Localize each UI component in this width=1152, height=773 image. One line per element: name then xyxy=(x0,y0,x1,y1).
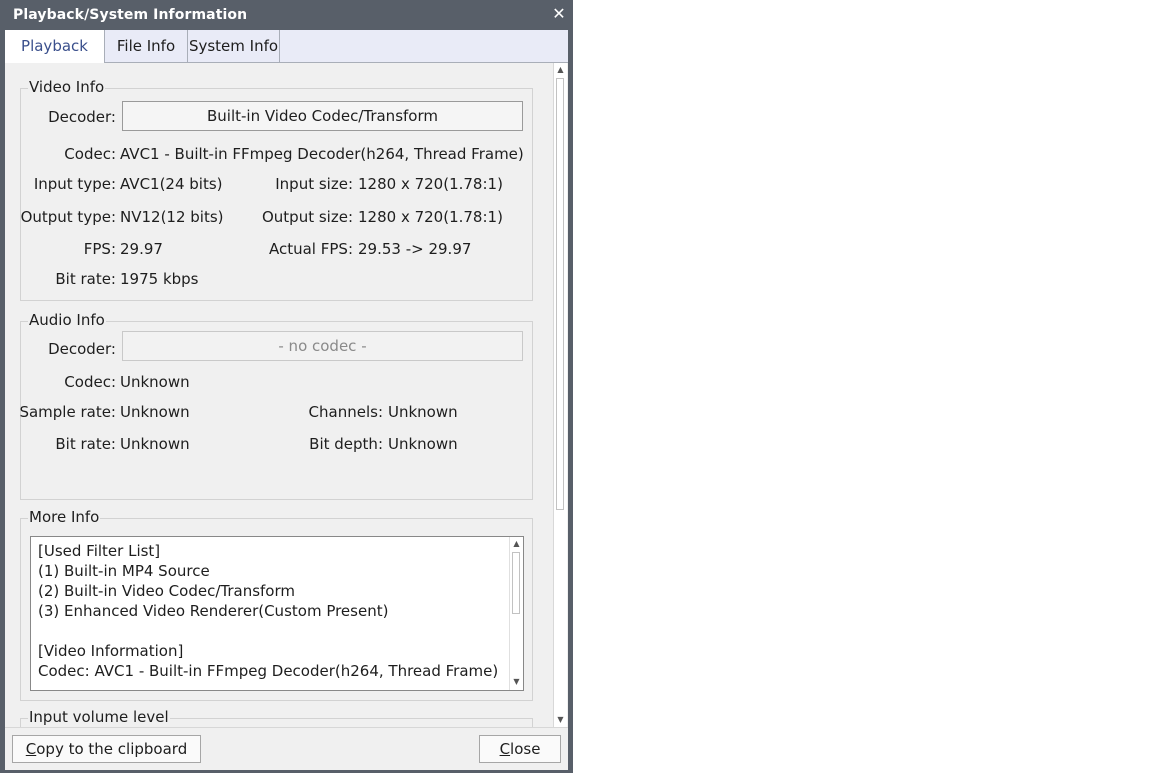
bit-depth-value: Unknown xyxy=(388,435,458,453)
actual-fps-value: 29.53 -> 29.97 xyxy=(358,240,472,258)
input-type-value: AVC1(24 bits) xyxy=(120,175,223,193)
audio-bitrate-label: Bit rate: xyxy=(55,435,116,453)
sample-rate-value: Unknown xyxy=(120,403,190,421)
panel-scroll-thumb[interactable] xyxy=(556,78,564,510)
more-info-scrollbar[interactable]: ▲ ▼ xyxy=(509,537,523,690)
audio-decoder-label: Decoder: xyxy=(48,340,116,358)
audio-codec-value: Unknown xyxy=(120,373,190,391)
audio-codec-label: Codec: xyxy=(64,373,116,391)
video-codec-value: AVC1 - Built-in FFmpeg Decoder(h264, Thr… xyxy=(120,145,524,163)
sample-rate-label: Sample rate: xyxy=(19,403,116,421)
tab-file-info[interactable]: File Info xyxy=(105,30,188,63)
output-size-value: 1280 x 720(1.78:1) xyxy=(358,208,503,226)
audio-decoder-button: - no codec - xyxy=(122,331,523,361)
video-codec-label: Codec: xyxy=(64,145,116,163)
more-info-line: Codec: AVC1 - Built-in FFmpeg Decoder(h2… xyxy=(38,662,499,680)
scroll-down-icon[interactable]: ▼ xyxy=(510,675,523,689)
playback-info-panel: Video Info Decoder: Built-in Video Codec… xyxy=(5,63,568,727)
video-decoder-label: Decoder: xyxy=(48,108,116,126)
more-info-line: [Video Information] xyxy=(38,642,184,660)
close-button-mnemonic: C xyxy=(499,740,511,758)
input-type-label: Input type: xyxy=(33,175,116,193)
scroll-up-icon[interactable]: ▲ xyxy=(554,63,567,77)
scroll-up-icon[interactable]: ▲ xyxy=(510,537,523,551)
fps-label: FPS: xyxy=(83,240,116,258)
channels-label: Channels: xyxy=(308,403,383,421)
channels-value: Unknown xyxy=(388,403,458,421)
close-button-label: lose xyxy=(510,740,541,758)
more-info-title: More Info xyxy=(28,508,101,526)
tab-bar: Playback Info File Info System Info xyxy=(5,30,568,87)
more-info-scroll-thumb[interactable] xyxy=(512,552,520,614)
copy-to-clipboard-button[interactable]: Copy to the clipboard xyxy=(12,735,201,763)
video-info-title: Video Info xyxy=(28,78,106,96)
more-info-line: (1) Built-in MP4 Source xyxy=(38,562,210,580)
bit-depth-label: Bit depth: xyxy=(309,435,383,453)
output-type-label: Output type: xyxy=(20,208,116,226)
title-bar[interactable]: Playback/System Information ✕ xyxy=(0,0,573,30)
copy-button-mnemonic: C xyxy=(25,740,37,758)
tab-playback-info[interactable]: Playback Info xyxy=(5,30,105,87)
tab-system-info[interactable]: System Info xyxy=(188,30,280,63)
close-icon[interactable]: ✕ xyxy=(551,5,567,23)
copy-button-label: opy to the clipboard xyxy=(36,740,188,758)
panel-scrollbar[interactable]: ▲ ▼ xyxy=(553,63,567,727)
more-info-line: (3) Enhanced Video Renderer(Custom Prese… xyxy=(38,602,389,620)
dialog-footer: Copy to the clipboard Close xyxy=(5,727,568,770)
volume-level-title: Input volume level xyxy=(28,708,170,726)
video-bitrate-value: 1975 kbps xyxy=(120,270,199,288)
info-dialog: Playback/System Information ✕ Playback I… xyxy=(0,0,573,773)
more-info-textarea[interactable]: [Used Filter List] (1) Built-in MP4 Sour… xyxy=(30,536,524,691)
video-decoder-button[interactable]: Built-in Video Codec/Transform xyxy=(122,101,523,131)
more-info-line: (2) Built-in Video Codec/Transform xyxy=(38,582,295,600)
scroll-down-icon[interactable]: ▼ xyxy=(554,713,567,727)
window-title: Playback/System Information xyxy=(13,7,248,23)
output-size-label: Output size: xyxy=(261,208,353,226)
input-size-value: 1280 x 720(1.78:1) xyxy=(358,175,503,193)
output-type-value: NV12(12 bits) xyxy=(120,208,224,226)
dialog-client: Playback Info File Info System Info Vide… xyxy=(5,30,568,770)
actual-fps-label: Actual FPS: xyxy=(268,240,353,258)
close-button[interactable]: Close xyxy=(479,735,561,763)
more-info-line: [Used Filter List] xyxy=(38,542,161,560)
fps-value: 29.97 xyxy=(120,240,163,258)
audio-bitrate-value: Unknown xyxy=(120,435,190,453)
audio-info-title: Audio Info xyxy=(28,311,106,329)
input-size-label: Input size: xyxy=(275,175,353,193)
video-bitrate-label: Bit rate: xyxy=(55,270,116,288)
